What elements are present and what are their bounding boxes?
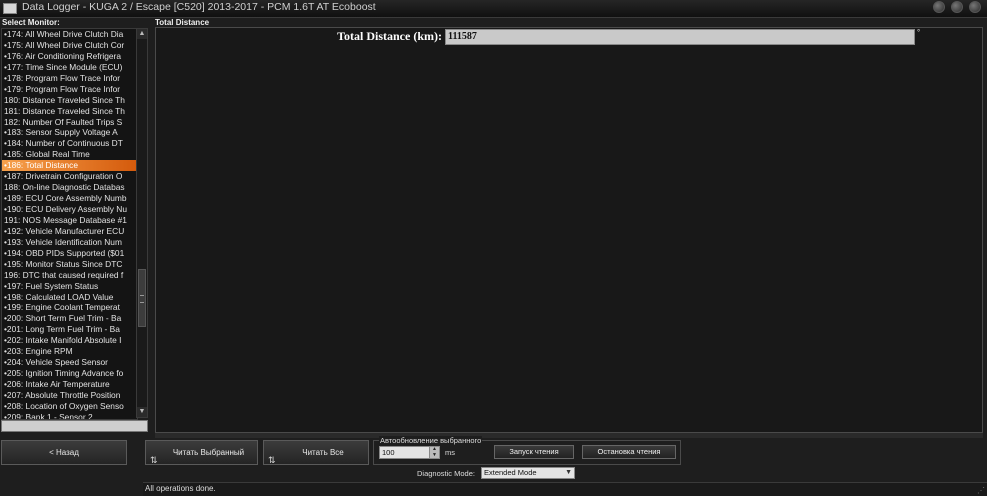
monitor-list-item[interactable]: •187: Drivetrain Configuration O <box>2 171 137 182</box>
monitor-list-item[interactable]: •176: Air Conditioning Refrigera <box>2 51 137 62</box>
main-panel: Total Distance (km): 111587 ° <box>155 27 983 433</box>
refresh-interval-unit: ms <box>445 448 455 457</box>
monitor-filter-field[interactable] <box>1 420 148 432</box>
monitor-list-item[interactable]: •202: Intake Manifold Absolute I <box>2 335 137 346</box>
monitor-list-item[interactable]: •198: Calculated LOAD Value <box>2 292 137 303</box>
total-distance-value: 111587 <box>445 29 915 45</box>
close-button[interactable] <box>969 1 981 13</box>
monitor-list-item[interactable]: 188: On-line Diagnostic Databas <box>2 182 137 193</box>
spinner-arrows-icon[interactable]: ▲ ▼ <box>429 446 439 458</box>
monitor-list-item[interactable]: •205: Ignition Timing Advance fo <box>2 368 137 379</box>
read-all-button[interactable]: ⇅ Читать Все <box>263 440 369 465</box>
monitor-list-item[interactable]: •197: Fuel System Status <box>2 281 137 292</box>
monitor-list-item[interactable]: •203: Engine RPM <box>2 346 137 357</box>
main-panel-label: Total Distance <box>155 18 210 27</box>
monitor-list-item[interactable]: •185: Global Real Time <box>2 149 137 160</box>
monitor-list-item[interactable]: •204: Vehicle Speed Sensor <box>2 357 137 368</box>
monitor-list-item[interactable]: •190: ECU Delivery Assembly Nu <box>2 204 137 215</box>
scroll-up-arrow-icon[interactable]: ▲ <box>137 29 147 39</box>
monitor-list-item[interactable]: •195: Monitor Status Since DTC <box>2 259 137 270</box>
diagnostic-mode-value: Extended Mode <box>484 468 537 477</box>
monitor-list-item[interactable]: •200: Short Term Fuel Trim - Ba <box>2 313 137 324</box>
main-horizontal-scrollbar[interactable] <box>155 433 983 438</box>
title-bar: Data Logger - KUGA 2 / Escape [C520] 201… <box>0 0 987 18</box>
monitor-list-item[interactable]: •199: Engine Coolant Temperat <box>2 302 137 313</box>
status-text: All operations done. <box>145 484 216 493</box>
read-all-label: Читать Все <box>302 448 344 457</box>
monitor-list-item[interactable]: 181: Distance Traveled Since Th <box>2 106 137 117</box>
chevron-down-icon: ▼ <box>565 469 572 476</box>
total-distance-unit: ° <box>917 28 921 37</box>
scroll-thumb[interactable] <box>138 269 146 327</box>
back-button-label: < Назад <box>49 448 79 457</box>
monitor-list-item[interactable]: •192: Vehicle Manufacturer ECU <box>2 226 137 237</box>
maximize-button[interactable] <box>951 1 963 13</box>
start-reading-label: Запуск чтения <box>509 447 559 456</box>
sort-icon: ⇅ <box>268 455 276 465</box>
monitor-list-item[interactable]: •177: Time Since Module (ECU) <box>2 62 137 73</box>
monitor-list-item[interactable]: 182: Number Of Faulted Trips S <box>2 117 137 128</box>
monitor-list-label: Select Monitor: <box>2 18 60 27</box>
monitor-list-item[interactable]: 180: Distance Traveled Since Th <box>2 95 137 106</box>
monitor-list-item[interactable]: •175: All Wheel Drive Clutch Cor <box>2 40 137 51</box>
app-icon <box>3 3 17 14</box>
monitor-list[interactable]: •174: All Wheel Drive Clutch Dia •175: Al… <box>1 28 138 420</box>
refresh-interval-value: 100 <box>382 448 395 457</box>
stop-reading-label: Остановка чтения <box>597 447 661 456</box>
monitor-list-item[interactable]: •178: Program Flow Trace Infor <box>2 73 137 84</box>
monitor-list-item[interactable]: •194: OBD PIDs Supported ($01 <box>2 248 137 259</box>
status-bar: All operations done. ⋰ <box>143 482 987 496</box>
scroll-down-arrow-icon[interactable]: ▼ <box>137 407 147 417</box>
read-selected-label: Читать Выбранный <box>172 448 245 457</box>
total-distance-label: Total Distance (km): <box>337 29 442 43</box>
monitor-list-item[interactable]: •208: Location of Oxygen Senso <box>2 401 137 412</box>
monitor-list-item[interactable]: •184: Number of Continuous DT <box>2 138 137 149</box>
refresh-interval-spinner[interactable]: 100 ▲ ▼ <box>379 446 440 459</box>
start-reading-button[interactable]: Запуск чтения <box>494 445 574 459</box>
monitor-list-item[interactable]: •193: Vehicle Identification Num <box>2 237 137 248</box>
back-button[interactable]: < Назад <box>1 440 127 465</box>
monitor-list-item[interactable]: 191: NOS Message Database #1 <box>2 215 137 226</box>
monitor-list-item[interactable]: •207: Absolute Throttle Position <box>2 390 137 401</box>
window-title: Data Logger - KUGA 2 / Escape [C520] 201… <box>22 1 376 13</box>
diagnostic-mode-label: Diagnostic Mode: <box>417 469 475 478</box>
monitor-list-item[interactable]: •201: Long Term Fuel Trim - Ba <box>2 324 137 335</box>
resize-grip-icon[interactable]: ⋰ <box>977 486 985 495</box>
stop-reading-button[interactable]: Остановка чтения <box>582 445 676 459</box>
monitor-list-item[interactable]: 196: DTC that caused required f <box>2 270 137 281</box>
auto-refresh-label: Автообновление выбранного <box>379 436 483 445</box>
monitor-list-item[interactable]: •186: Total Distance <box>2 160 137 172</box>
monitor-list-item[interactable]: •189: ECU Core Assembly Numb <box>2 193 137 204</box>
read-selected-button[interactable]: ⇅ Читать Выбранный <box>145 440 258 465</box>
sort-icon: ⇅ <box>150 455 158 465</box>
monitor-list-scrollbar[interactable]: ▲ ▼ <box>136 28 148 418</box>
monitor-list-item[interactable]: •209: Bank 1 - Sensor 2 <box>2 412 137 419</box>
diagnostic-mode-select[interactable]: Extended Mode ▼ <box>481 467 575 479</box>
monitor-list-item[interactable]: •174: All Wheel Drive Clutch Dia <box>2 29 137 40</box>
monitor-list-item[interactable]: •179: Program Flow Trace Infor <box>2 84 137 95</box>
monitor-list-item[interactable]: •183: Sensor Supply Voltage A <box>2 127 137 138</box>
monitor-list-item[interactable]: •206: Intake Air Temperature <box>2 379 137 390</box>
minimize-button[interactable] <box>933 1 945 13</box>
